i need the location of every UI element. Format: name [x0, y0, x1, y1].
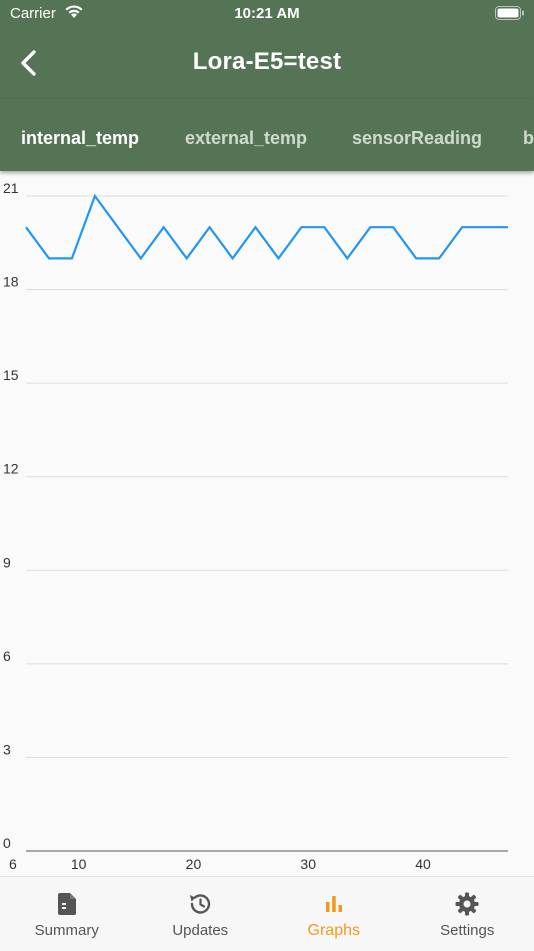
nav-graphs-label: Graphs	[267, 922, 401, 940]
tab-external-temp[interactable]: external_temp	[185, 128, 307, 149]
x-tick-label: 40	[415, 856, 431, 872]
page-title: Lora-E5=test	[0, 48, 534, 76]
y-tick-label: 21	[3, 180, 19, 196]
tab-internal-temp[interactable]: internal_temp	[21, 128, 139, 149]
y-tick-label: 0	[3, 835, 11, 851]
y-tick-label: 18	[3, 274, 19, 290]
nav-settings-label: Settings	[401, 922, 534, 939]
bar-chart-icon	[321, 891, 347, 917]
status-time: 10:21 AM	[0, 5, 534, 22]
x-start-label: 6	[9, 856, 17, 872]
series-line	[26, 196, 508, 258]
y-tick-label: 6	[3, 648, 11, 664]
x-tick-label: 10	[71, 856, 87, 872]
nav-updates[interactable]: Updates	[134, 877, 268, 951]
gear-icon	[454, 891, 480, 917]
nav-summary-label: Summary	[0, 922, 134, 939]
y-tick-label: 3	[3, 741, 11, 757]
status-bar: Carrier 10:21 AM	[0, 0, 534, 28]
history-icon	[187, 891, 213, 917]
y-tick-label: 12	[3, 461, 19, 477]
line-chart: 0 3 6 9 12 15 18 21 6 10 20 30 40	[0, 171, 534, 876]
tab-sensor-reading[interactable]: sensorReading	[352, 128, 482, 149]
nav-settings[interactable]: Settings	[401, 877, 534, 951]
x-tick-label: 20	[186, 856, 202, 872]
nav-updates-label: Updates	[134, 922, 268, 939]
bottom-nav: Summary Updates Graphs	[0, 876, 534, 951]
nav-graphs[interactable]: Graphs	[267, 877, 401, 951]
tab-bar: internal_temp external_temp sensorReadin…	[0, 99, 534, 171]
tab-partial[interactable]: b	[523, 128, 534, 149]
document-icon	[54, 891, 80, 917]
y-tick-label: 15	[3, 367, 19, 383]
battery-icon	[495, 6, 525, 25]
x-tick-label: 30	[300, 856, 316, 872]
nav-summary[interactable]: Summary	[0, 877, 134, 951]
app-bar: Lora-E5=test	[0, 28, 534, 99]
y-tick-label: 9	[3, 554, 11, 570]
